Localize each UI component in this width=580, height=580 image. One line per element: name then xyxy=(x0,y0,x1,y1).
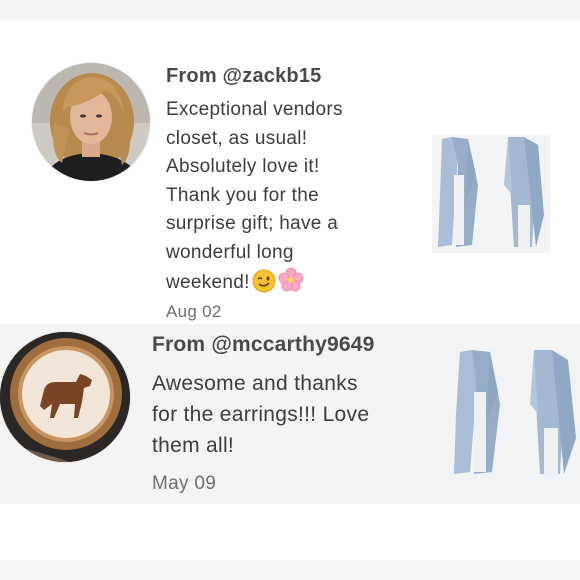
reviewer-avatar[interactable] xyxy=(32,63,150,181)
blue-cardigan-photo xyxy=(432,135,550,253)
review-text-line: weekend! xyxy=(166,272,250,293)
review-text-line: Exceptional vendors xyxy=(166,99,343,120)
reviewer-username[interactable]: From @zackb15 xyxy=(166,65,322,88)
review-text-line: Absolutely love it! xyxy=(166,156,320,177)
reviewer-avatar[interactable] xyxy=(0,332,130,462)
review-text-line: them all! xyxy=(152,434,235,457)
blue-cardigan-photo xyxy=(448,348,580,480)
review-text-line: Thank you for the xyxy=(166,184,319,206)
product-thumbnail[interactable] xyxy=(448,348,580,480)
review-text-line: wonderful long xyxy=(166,241,294,263)
review-text: Awesome and thanks for the earrings!!! L… xyxy=(152,368,422,461)
review-text-line-last: weekend! xyxy=(166,267,406,303)
review-date: Aug 02 xyxy=(166,302,222,321)
latte-art-dog-photo xyxy=(0,332,130,462)
bottom-divider-band xyxy=(0,560,580,580)
product-thumbnail[interactable] xyxy=(432,135,550,253)
review-card: From @zackb15 Exceptional vendors closet… xyxy=(0,38,580,324)
reviewer-username[interactable]: From @mccarthy9649 xyxy=(152,333,375,357)
review-date: May 09 xyxy=(152,473,217,494)
review-text: Exceptional vendors closet, as usual! Ab… xyxy=(166,96,406,303)
winking-face-emoji xyxy=(252,269,276,303)
review-text-line: for the earrings!!! Love xyxy=(152,403,370,426)
top-divider-band xyxy=(0,0,580,20)
cherry-blossom-emoji xyxy=(278,267,304,303)
review-text-line: closet, as usual! xyxy=(166,127,308,149)
review-card: From @mccarthy9649 Awesome and thanks fo… xyxy=(0,324,580,504)
woman-portrait-photo xyxy=(32,63,150,181)
review-text-line: Awesome and thanks xyxy=(152,372,358,395)
review-text-line: surprise gift; have a xyxy=(166,213,339,234)
